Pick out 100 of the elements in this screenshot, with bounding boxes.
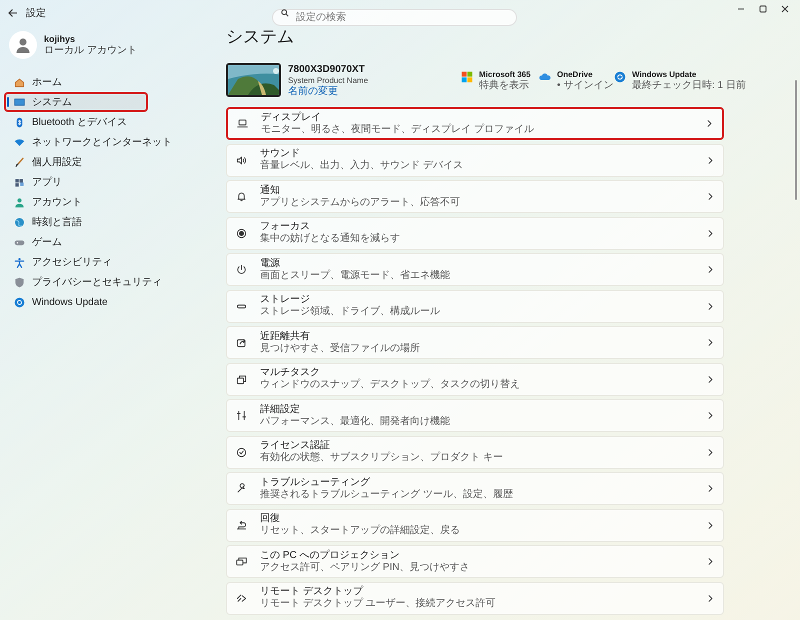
sidebar-item[interactable]: アプリ xyxy=(4,172,204,192)
sidebar-item[interactable]: Windows Update xyxy=(4,292,204,312)
brush-icon xyxy=(14,156,25,168)
account-name: kojihys xyxy=(44,34,76,45)
setting-title: ストレージ xyxy=(260,294,310,306)
remote-icon xyxy=(236,592,247,604)
settings-card[interactable]: 通知 アプリとシステムからのアラート、応答不可 xyxy=(226,180,724,213)
chevron-right-icon xyxy=(706,120,713,127)
recovery-icon xyxy=(236,520,247,530)
device-name: 7800X3D9070XT xyxy=(288,64,366,74)
apps-icon xyxy=(14,176,25,188)
wifi-icon xyxy=(14,136,25,148)
settings-card[interactable]: 詳細設定 パフォーマンス、最適化、開発者向け機能 xyxy=(226,399,724,432)
setting-subtitle: リセット、スタートアップの詳細設定、戻る xyxy=(260,525,460,537)
setting-title: リモート デスクトップ xyxy=(260,586,364,598)
back-arrow-icon xyxy=(8,8,18,18)
service-title: OneDrive xyxy=(557,69,594,80)
settings-card[interactable]: この PC へのプロジェクション アクセス許可、ペアリング PIN、見つけやすさ xyxy=(226,545,724,578)
sidebar-item[interactable]: アクセシビリティ xyxy=(4,252,204,272)
rename-link[interactable]: 名前の変更 xyxy=(288,86,461,96)
chevron-right-icon xyxy=(707,448,714,456)
setting-title: この PC へのプロジェクション xyxy=(260,550,400,562)
settings-card[interactable]: トラブルシューティング 推奨されるトラブルシューティング ツール、設定、履歴 xyxy=(226,472,724,505)
chevron-right-icon xyxy=(707,485,714,492)
setting-title: 回復 xyxy=(260,513,281,525)
settings-card[interactable]: マルチタスク ウィンドウのスナップ、デスクトップ、タスクの切り替え xyxy=(226,362,724,396)
sidebar-item[interactable]: ネットワークとインターネット xyxy=(4,132,204,152)
settings-card[interactable]: 回復 リセット、スタートアップの詳細設定、戻る xyxy=(226,508,724,542)
setting-subtitle: モニター、明るさ、夜間モード、ディスプレイ プロファイル xyxy=(261,124,534,136)
service-subtitle: • サインイン xyxy=(557,80,614,91)
settings-card[interactable]: フォーカス 集中の妨げとなる通知を減らす xyxy=(226,216,724,250)
setting-subtitle: アクセス許可、ペアリング PIN、見つけやすさ xyxy=(260,562,470,574)
setting-subtitle: 画面とスリープ、電源モード、省エネ機能 xyxy=(260,270,450,282)
home-icon xyxy=(14,76,25,88)
settings-card[interactable]: 近距離共有 見つけやすさ、受信ファイルの場所 xyxy=(226,326,724,359)
accessibility-icon xyxy=(14,256,25,268)
windows-logo-icon xyxy=(461,71,473,83)
share-icon xyxy=(236,337,247,348)
chevron-right-icon xyxy=(707,302,714,310)
setting-title: フォーカス xyxy=(260,221,311,232)
focus-icon xyxy=(236,228,247,238)
tools-icon xyxy=(236,410,247,421)
chevron-right-icon xyxy=(707,412,714,419)
sidebar-item[interactable]: システム xyxy=(4,92,148,112)
settings-card[interactable]: ディスプレイ モニター、明るさ、夜間モード、ディスプレイ プロファイル xyxy=(226,107,724,140)
sidebar-item[interactable]: Bluetooth とデバイス xyxy=(4,112,204,132)
monitor-icon xyxy=(14,96,25,108)
service-subtitle: 特典を表示 xyxy=(479,80,530,91)
search-field[interactable]: 設定の検索 xyxy=(272,9,517,26)
cloud-icon xyxy=(539,71,551,83)
setting-title: トラブルシューティング xyxy=(260,476,371,488)
sidebar-item[interactable]: ホーム xyxy=(4,72,204,92)
setting-title: 電源 xyxy=(260,258,281,270)
service-title: Microsoft 365 xyxy=(479,69,531,80)
windows-stack-icon xyxy=(236,374,247,384)
setting-subtitle: 見つけやすさ、受信ファイルの場所 xyxy=(260,342,420,354)
setting-title: ディスプレイ xyxy=(261,112,322,124)
settings-card[interactable]: リモート デスクトップ リモート デスクトップ ユーザー、接続アクセス許可 xyxy=(226,582,724,614)
check-circle-icon xyxy=(236,446,247,458)
shield-icon xyxy=(14,276,25,288)
update-icon xyxy=(14,296,25,308)
setting-title: ライセンス認証 xyxy=(260,440,331,452)
bell-icon xyxy=(236,191,247,202)
bluetooth-icon xyxy=(14,116,25,128)
setting-subtitle: ストレージ領域、ドライブ、構成ルール xyxy=(260,306,440,318)
setting-subtitle: パフォーマンス、最適化、開発者向け機能 xyxy=(260,416,450,428)
speaker-icon xyxy=(236,154,247,166)
sidebar-item[interactable]: ゲーム xyxy=(4,232,204,252)
settings-card[interactable]: 電源 画面とスリープ、電源モード、省エネ機能 xyxy=(226,253,724,286)
settings-card[interactable]: ストレージ ストレージ領域、ドライブ、構成ルール xyxy=(226,290,724,322)
sidebar-item[interactable]: 時刻と言語 xyxy=(4,212,204,232)
setting-title: サウンド xyxy=(260,148,301,160)
account-type: ローカル アカウント xyxy=(44,45,137,56)
scrollbar[interactable] xyxy=(795,80,797,200)
chevron-right-icon xyxy=(707,156,714,164)
wrench-icon xyxy=(236,483,247,494)
sidebar-item[interactable]: 個人用設定 xyxy=(4,152,204,172)
chevron-right-icon xyxy=(707,558,714,565)
sidebar-item[interactable]: プライバシーとセキュリティ xyxy=(4,272,204,292)
service-title: Windows Update xyxy=(632,69,698,80)
chevron-right-icon xyxy=(707,594,714,602)
page-title: システム xyxy=(226,26,295,48)
person-icon xyxy=(14,196,25,208)
close-icon xyxy=(780,4,790,14)
chevron-right-icon xyxy=(707,376,714,382)
globe-icon xyxy=(14,216,25,228)
chevron-right-icon xyxy=(707,230,714,236)
window-title: 設定 xyxy=(26,6,46,20)
update-icon xyxy=(614,71,626,83)
setting-subtitle: 音量レベル、出力、入力、サウンド デバイス xyxy=(260,160,463,172)
chevron-right-icon xyxy=(707,339,714,346)
setting-subtitle: 有効化の状態、サブスクリプション、プロダクト キー xyxy=(260,452,503,464)
setting-subtitle: ウィンドウのスナップ、デスクトップ、タスクの切り替え xyxy=(260,379,520,391)
chevron-right-icon xyxy=(707,522,714,528)
laptop-icon xyxy=(237,118,248,129)
settings-card[interactable]: サウンド 音量レベル、出力、入力、サウンド デバイス xyxy=(226,144,724,176)
sidebar-item[interactable]: アカウント xyxy=(4,192,204,212)
settings-card[interactable]: ライセンス認証 有効化の状態、サブスクリプション、プロダクト キー xyxy=(226,436,724,468)
setting-subtitle: 集中の妨げとなる通知を減らす xyxy=(260,233,400,245)
selection-indicator xyxy=(7,97,9,107)
